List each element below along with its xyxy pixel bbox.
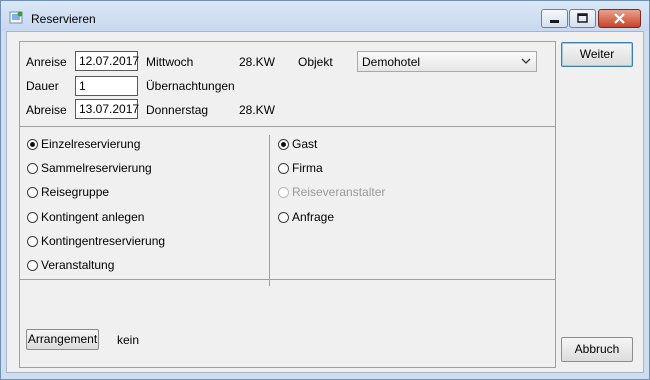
- radio-label: Firma: [292, 161, 323, 175]
- maximize-button[interactable]: [569, 9, 596, 28]
- cancel-button[interactable]: Abbruch: [561, 337, 633, 362]
- radio-label: Einzelreservierung: [41, 137, 141, 151]
- radio-veranstaltung[interactable]: Veranstaltung: [27, 257, 114, 273]
- departure-weekday: Donnerstag: [146, 103, 209, 117]
- duration-field[interactable]: 1: [75, 76, 138, 96]
- radio-label: Kontingent anlegen: [41, 210, 145, 224]
- maximize-icon: [577, 13, 588, 23]
- next-button[interactable]: Weiter: [561, 42, 633, 67]
- departure-date-field[interactable]: 13.07.2017: [75, 99, 139, 119]
- radio-dot: [278, 211, 289, 223]
- radio-anfrage[interactable]: Anfrage: [278, 209, 334, 225]
- radio-dot: [278, 162, 289, 174]
- minimize-button[interactable]: [541, 9, 568, 28]
- object-select-value: Demohotel: [362, 55, 421, 69]
- app-icon: [9, 10, 24, 25]
- radio-label: Gast: [292, 137, 318, 151]
- arrival-week: 28.KW: [239, 55, 276, 69]
- radio-dot: [27, 211, 38, 223]
- reservation-dialog: Reservieren Anreise 12.07.2017 Mittwoch …: [0, 0, 650, 380]
- radio-kontingent-anlegen[interactable]: Kontingent anlegen: [27, 209, 144, 225]
- object-select[interactable]: Demohotel: [357, 51, 537, 72]
- close-icon: [614, 13, 625, 24]
- radio-dot: [27, 235, 38, 247]
- radio-label: Veranstaltung: [41, 258, 115, 272]
- arrangement-value: kein: [117, 333, 140, 347]
- chevron-down-icon: [521, 58, 531, 64]
- radio-kontingentreservierung[interactable]: Kontingentreservierung: [27, 233, 165, 249]
- divider: [269, 135, 270, 286]
- radio-dot: [27, 186, 38, 198]
- duration-label: Dauer: [26, 79, 59, 93]
- close-button[interactable]: [598, 9, 641, 28]
- arrival-date-field[interactable]: 12.07.2017: [75, 51, 139, 71]
- radio-dot: [27, 162, 38, 174]
- radio-label: Reiseveranstalter: [292, 185, 386, 199]
- duration-unit: Übernachtungen: [146, 79, 235, 93]
- radio-dot: [27, 138, 38, 150]
- reservation-panel: Anreise 12.07.2017 Mittwoch 28.KW Objekt…: [19, 41, 556, 368]
- divider: [20, 126, 555, 127]
- dialog-body: Anreise 12.07.2017 Mittwoch 28.KW Objekt…: [6, 31, 644, 373]
- title-bar[interactable]: Reservieren: [1, 1, 649, 31]
- radio-label: Reisegruppe: [41, 185, 110, 199]
- radio-dot: [278, 138, 289, 150]
- radio-firma[interactable]: Firma: [278, 160, 323, 176]
- object-label: Objekt: [298, 55, 333, 69]
- window-title: Reservieren: [31, 12, 96, 26]
- arrival-label: Anreise: [26, 55, 67, 69]
- departure-label: Abreise: [26, 103, 67, 117]
- arrival-weekday: Mittwoch: [146, 55, 194, 69]
- radio-dot: [278, 186, 289, 198]
- radio-einzelreservierung[interactable]: Einzelreservierung: [27, 136, 140, 152]
- radio-gast[interactable]: Gast: [278, 136, 317, 152]
- radio-sammelreservierung[interactable]: Sammelreservierung: [27, 160, 152, 176]
- radio-reisegruppe[interactable]: Reisegruppe: [27, 184, 109, 200]
- radio-label: Kontingentreservierung: [41, 234, 166, 248]
- radio-reiseveranstalter: Reiseveranstalter: [278, 184, 385, 200]
- arrangement-button[interactable]: Arrangement: [26, 329, 99, 350]
- radio-dot: [27, 259, 38, 271]
- radio-label: Sammelreservierung: [41, 161, 152, 175]
- divider: [20, 279, 555, 280]
- radio-label: Anfrage: [292, 210, 335, 224]
- minimize-icon: [550, 20, 559, 23]
- departure-week: 28.KW: [239, 103, 276, 117]
